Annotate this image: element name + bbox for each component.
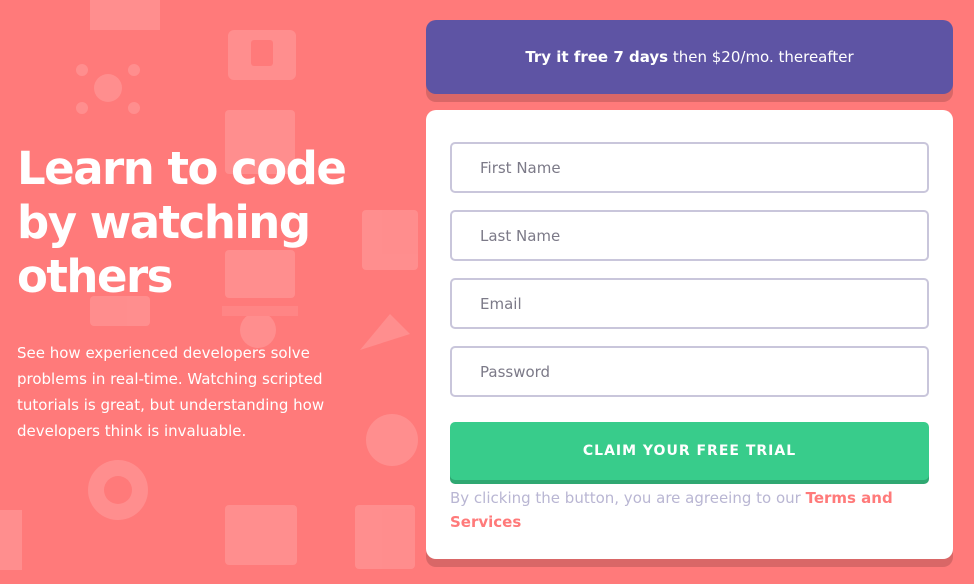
claim-free-trial-button[interactable]: CLAIM YOUR FREE TRIAL <box>450 422 929 480</box>
first-name-input[interactable] <box>450 142 929 193</box>
hero-description: See how experienced developers solve pro… <box>17 344 325 440</box>
email-input[interactable] <box>450 278 929 329</box>
last-name-input[interactable] <box>450 210 929 261</box>
hero-section: Learn to code by watching others See how… <box>17 142 377 444</box>
promo-text: Try it free 7 days then $20/mo. thereaft… <box>525 48 853 66</box>
terms-prefix: By clicking the button, you are agreeing… <box>450 489 806 507</box>
promo-rest-text: then $20/mo. thereafter <box>668 48 854 66</box>
terms-notice: By clicking the button, you are agreeing… <box>450 486 929 534</box>
signup-form: CLAIM YOUR FREE TRIAL By clicking the bu… <box>426 110 953 559</box>
hero-title: Learn to code by watching others <box>17 142 347 303</box>
password-input[interactable] <box>450 346 929 397</box>
promo-banner: Try it free 7 days then $20/mo. thereaft… <box>426 20 953 94</box>
promo-bold-text: Try it free 7 days <box>525 48 669 66</box>
